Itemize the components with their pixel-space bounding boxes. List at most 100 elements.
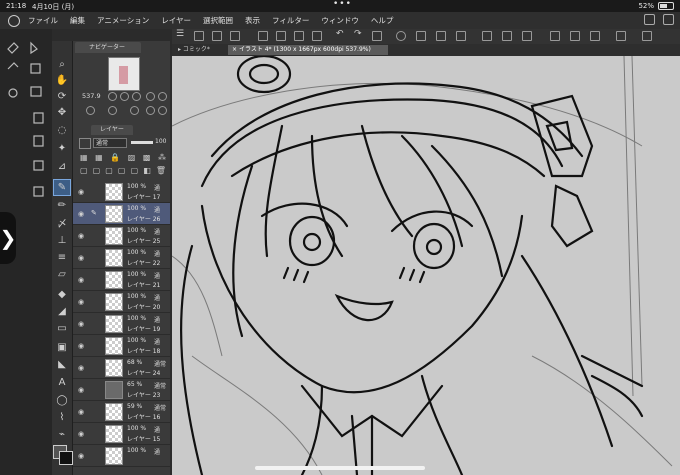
flip-h-icon[interactable] (158, 106, 167, 115)
gradient-icon[interactable]: ◢ (54, 304, 70, 319)
menu-window[interactable]: ウィンドウ (321, 15, 359, 26)
menu-view[interactable]: 表示 (245, 15, 260, 26)
layer-row[interactable]: ◉ ✎ 100 % 通レイヤー 26 (73, 203, 170, 225)
decoration-icon[interactable]: ≡ (54, 250, 70, 265)
text-icon[interactable]: A (54, 375, 70, 390)
visibility-eye-icon[interactable]: ◉ (78, 386, 84, 394)
layer-tab[interactable]: レイヤー (91, 125, 133, 135)
move-icon[interactable]: ✥ (54, 105, 70, 120)
delete-layer-icon[interactable]: 🗑 (156, 166, 166, 176)
visibility-eye-icon[interactable]: ◉ (78, 232, 84, 240)
new-file-icon[interactable] (258, 31, 268, 41)
visibility-eye-icon[interactable]: ◉ (78, 364, 84, 372)
zoom-out-icon[interactable] (108, 92, 117, 101)
layer-row[interactable]: ◉ 100 % 通 (73, 445, 170, 467)
capture-icon[interactable] (230, 31, 240, 41)
balloon-icon[interactable]: ◯ (54, 393, 70, 408)
visibility-eye-icon[interactable]: ◉ (78, 452, 84, 460)
eraser-icon[interactable]: ▱ (54, 267, 70, 282)
copy-layer-icon[interactable]: ▢ (118, 166, 126, 176)
blend-mode-select[interactable]: 通常 (93, 138, 127, 148)
app-logo-icon[interactable] (8, 14, 20, 27)
figure-icon[interactable]: ▭ (54, 321, 70, 336)
rotate-right-icon[interactable] (130, 106, 139, 115)
transform-icon[interactable] (416, 31, 426, 41)
lock-alpha-icon[interactable]: ▨ (128, 153, 136, 163)
new-layer-icon[interactable]: ▢ (80, 166, 88, 176)
pencil-icon[interactable]: ✏ (54, 198, 70, 213)
layer-row[interactable]: ◉ 100 % 通レイヤー 21 (73, 269, 170, 291)
undo-icon[interactable]: ↶ (336, 29, 346, 39)
eyedropper-icon[interactable]: ⊿ (54, 159, 70, 174)
hand-icon[interactable]: ✋ (54, 73, 70, 88)
menu-filter[interactable]: フィルター (272, 15, 309, 26)
snap-icon[interactable] (482, 31, 492, 41)
clear-icon[interactable] (372, 31, 382, 41)
ruler-snap-icon[interactable] (550, 31, 560, 41)
grid-icon[interactable] (590, 31, 600, 41)
menu-icon[interactable]: ☰ (176, 29, 186, 39)
visibility-eye-icon[interactable]: ◉ (78, 210, 84, 218)
menu-help[interactable]: ヘルプ (371, 15, 394, 26)
layer-row[interactable]: ◉ 100 % 通レイヤー 20 (73, 291, 170, 313)
opacity-slider[interactable] (131, 141, 153, 144)
settings-icon[interactable] (663, 14, 674, 25)
side-panel-toggle[interactable]: ❯ (0, 212, 16, 264)
visibility-eye-icon[interactable]: ◉ (78, 320, 84, 328)
brush-icon[interactable]: 〆 (54, 215, 70, 230)
rotate-icon[interactable]: ⟳ (54, 89, 70, 104)
scroll-icon[interactable] (212, 31, 222, 41)
ruler-icon[interactable]: ◣ (54, 357, 70, 372)
layer-row[interactable]: ◉ 100 % 通レイヤー 18 (73, 335, 170, 357)
lock-icon[interactable]: 🔒 (110, 153, 120, 163)
zoom-icon[interactable]: ⌕ (54, 57, 70, 72)
layer-row[interactable]: ◉ 100 % 通レイヤー 22 (73, 247, 170, 269)
airbrush-icon[interactable]: ⊥ (54, 233, 70, 248)
rotate-left-icon[interactable] (86, 106, 95, 115)
guide-icon[interactable] (570, 31, 580, 41)
line-fix-icon[interactable]: ⌇ (54, 410, 70, 425)
layout-icon[interactable] (194, 31, 204, 41)
arrows-icon[interactable] (312, 31, 322, 41)
visibility-eye-icon[interactable]: ◉ (78, 342, 84, 350)
layer-row[interactable]: ◉ 100 % 通レイヤー 25 (73, 225, 170, 247)
fill-icon[interactable] (436, 31, 446, 41)
navigator-tab[interactable]: ナビゲーター (75, 42, 141, 53)
menu-layer[interactable]: レイヤー (161, 15, 191, 26)
visibility-eye-icon[interactable]: ◉ (78, 254, 84, 262)
pen-icon[interactable]: ✎ (53, 179, 71, 196)
crop-icon[interactable] (456, 31, 466, 41)
layer-row[interactable]: ◉ 100 % 通レイヤー 19 (73, 313, 170, 335)
multitask-dots-icon[interactable]: ••• (333, 0, 352, 9)
visibility-eye-icon[interactable]: ◉ (78, 276, 84, 284)
reset-icon[interactable] (158, 92, 167, 101)
menu-file[interactable]: ファイル (28, 15, 58, 26)
flip-icon[interactable] (146, 92, 155, 101)
menu-selection[interactable]: 選択範囲 (203, 15, 233, 26)
main-color-swatch[interactable] (59, 451, 73, 465)
rotate-slider-icon[interactable] (108, 106, 117, 115)
reference-icon[interactable]: ▦ (95, 153, 103, 163)
lasso-icon[interactable]: ◌ (54, 123, 70, 138)
share-icon[interactable] (642, 31, 652, 41)
visibility-eye-icon[interactable]: ◉ (78, 408, 84, 416)
visibility-eye-icon[interactable]: ◉ (78, 298, 84, 306)
select-icon[interactable] (396, 31, 406, 41)
fill-icon[interactable]: ◆ (54, 287, 70, 302)
tab-comic[interactable]: ▸ コミック* (174, 45, 224, 55)
layer-row[interactable]: ◉ 100 % 通レイヤー 15 (73, 423, 170, 445)
save-icon[interactable] (294, 31, 304, 41)
layer-row[interactable]: ◉ 100 % 通レイヤー 17 (73, 181, 170, 203)
layer-row[interactable]: ◉ 59 % 通常 レイヤー 16 (73, 401, 170, 423)
layer-color-icon[interactable] (79, 138, 91, 149)
palette-icon[interactable]: ⁂ (158, 153, 166, 163)
new-vector-icon[interactable]: ▢ (93, 166, 101, 176)
layer-mask-icon[interactable]: ◧ (143, 166, 151, 176)
drawing-canvas[interactable] (172, 56, 680, 475)
menu-animation[interactable]: アニメーション (97, 15, 149, 26)
navigator-thumbnail[interactable] (108, 57, 140, 91)
fit-icon[interactable] (132, 92, 141, 101)
frame-icon[interactable]: ▣ (54, 340, 70, 355)
visibility-eye-icon[interactable]: ◉ (78, 430, 84, 438)
snap2-icon[interactable] (502, 31, 512, 41)
